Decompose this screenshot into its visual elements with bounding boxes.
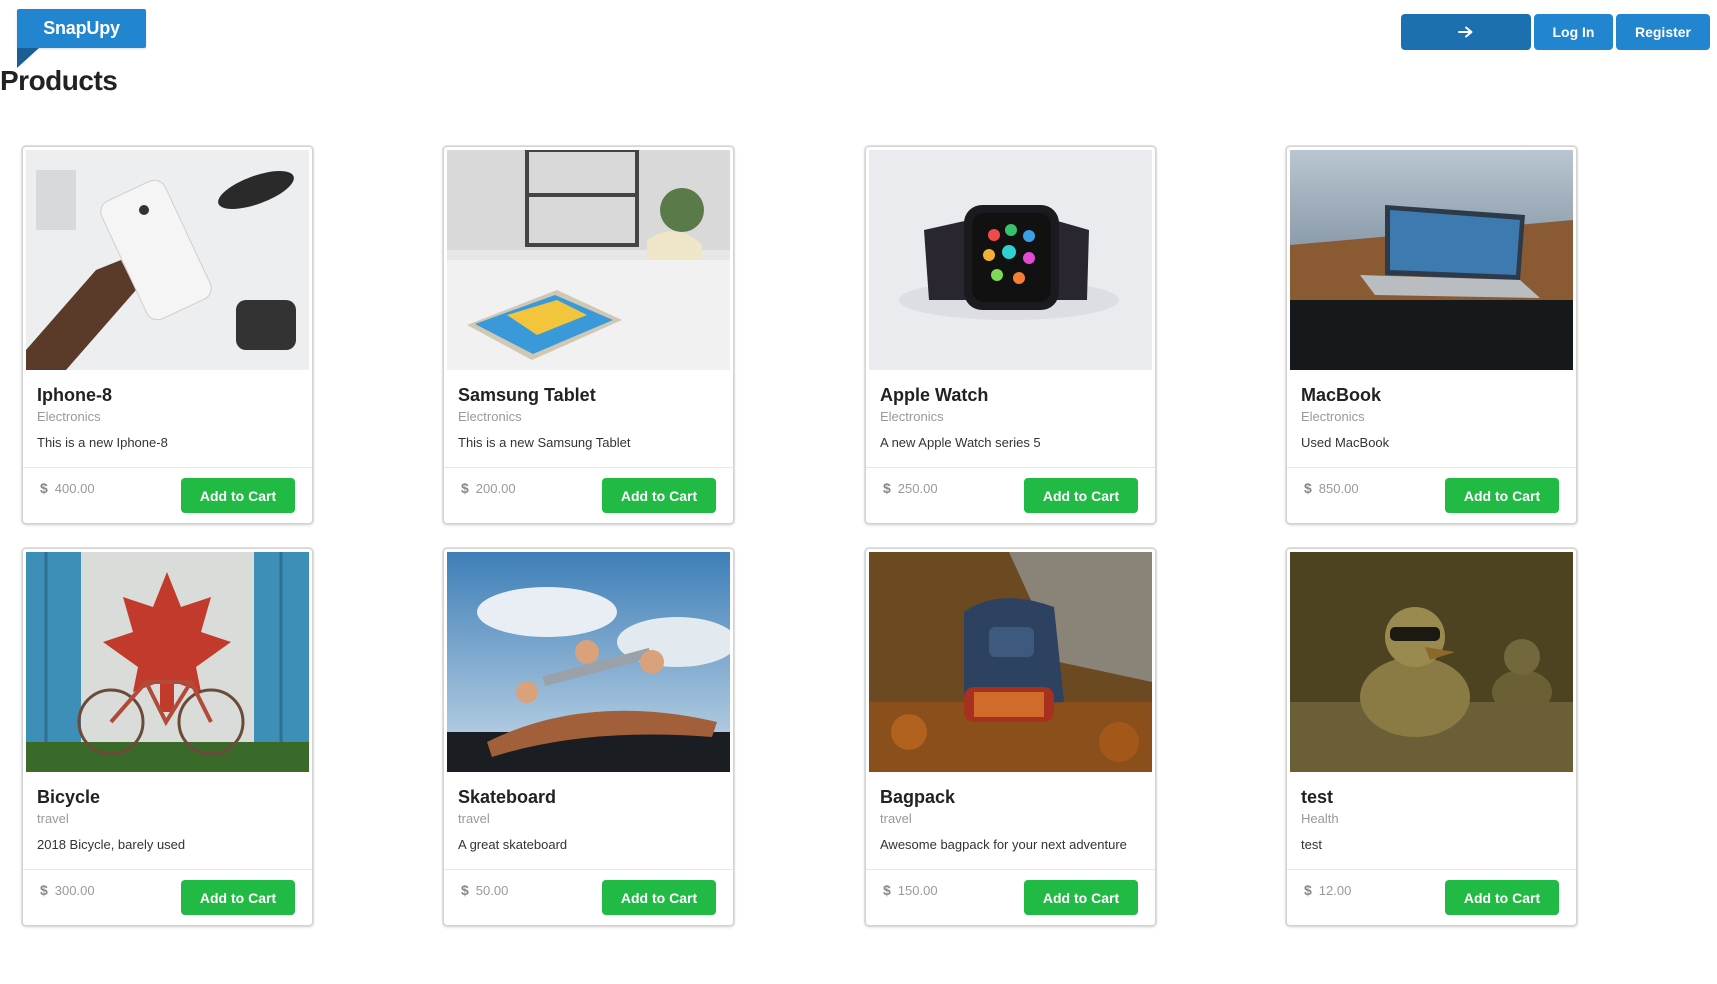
product-price: $ 250.00 (883, 480, 938, 496)
product-name[interactable]: Bagpack (880, 786, 1141, 808)
product-card: Iphone-8 Electronics This is a new Iphon… (22, 146, 313, 524)
product-price: $ 300.00 (40, 882, 95, 898)
product-price: $ 12.00 (1304, 882, 1351, 898)
product-name[interactable]: Samsung Tablet (458, 384, 719, 406)
register-button[interactable]: Register (1616, 14, 1710, 50)
product-category: travel (458, 811, 490, 826)
product-image-test[interactable] (1290, 552, 1573, 772)
card-divider (1287, 467, 1576, 468)
dollar-icon: $ (461, 480, 469, 496)
add-to-cart-button[interactable]: Add to Cart (602, 478, 716, 513)
add-to-cart-button[interactable]: Add to Cart (1445, 478, 1559, 513)
product-description: Awesome bagpack for your next adventure (880, 837, 1127, 852)
product-description: Used MacBook (1301, 435, 1390, 450)
product-price: $ 50.00 (461, 882, 508, 898)
add-to-cart-button[interactable]: Add to Cart (1445, 880, 1559, 915)
product-description: This is a new Samsung Tablet (458, 435, 631, 450)
dollar-icon: $ (40, 480, 48, 496)
product-description: test (1301, 837, 1322, 852)
card-divider (23, 467, 312, 468)
card-divider (1287, 869, 1576, 870)
add-to-cart-button[interactable]: Add to Cart (1024, 478, 1138, 513)
dollar-icon: $ (461, 882, 469, 898)
product-price-value: 50.00 (475, 882, 509, 898)
dollar-icon: $ (883, 882, 891, 898)
product-card: Bicycle travel 2018 Bicycle, barely used… (22, 548, 313, 926)
product-name[interactable]: MacBook (1301, 384, 1562, 406)
product-card: Bagpack travel Awesome bagpack for your … (865, 548, 1156, 926)
dollar-icon: $ (1304, 882, 1312, 898)
product-image-bicycle[interactable] (26, 552, 309, 772)
product-image-skateboard[interactable] (447, 552, 730, 772)
product-image-iphone[interactable] (26, 150, 309, 370)
product-price-value: 850.00 (1318, 480, 1359, 496)
dollar-icon: $ (1304, 480, 1312, 496)
product-price-value: 400.00 (54, 480, 95, 496)
card-divider (866, 467, 1155, 468)
dollar-icon: $ (883, 480, 891, 496)
product-price: $ 200.00 (461, 480, 516, 496)
product-description: A new Apple Watch series 5 (880, 435, 1041, 450)
product-category: travel (880, 811, 912, 826)
product-name[interactable]: test (1301, 786, 1562, 808)
product-name[interactable]: Skateboard (458, 786, 719, 808)
product-image-macbook[interactable] (1290, 150, 1573, 370)
brand-logo[interactable]: SnapUpy (17, 9, 146, 48)
brand-name: SnapUpy (43, 18, 120, 38)
product-price-value: 12.00 (1318, 882, 1352, 898)
product-card: Samsung Tablet Electronics This is a new… (443, 146, 734, 524)
product-price-value: 150.00 (897, 882, 938, 898)
product-category: Health (1301, 811, 1339, 826)
product-card: MacBook Electronics Used MacBook $ 850.0… (1286, 146, 1577, 524)
card-divider (444, 869, 733, 870)
product-category: Electronics (37, 409, 101, 424)
product-category: Electronics (458, 409, 522, 424)
product-price: $ 400.00 (40, 480, 95, 496)
product-image-watch[interactable] (869, 150, 1152, 370)
arrow-button[interactable] (1401, 14, 1531, 50)
card-divider (23, 869, 312, 870)
dollar-icon: $ (40, 882, 48, 898)
product-category: Electronics (880, 409, 944, 424)
product-name[interactable]: Iphone-8 (37, 384, 298, 406)
product-name[interactable]: Bicycle (37, 786, 298, 808)
page-title: Products (0, 65, 118, 96)
product-price: $ 850.00 (1304, 480, 1359, 496)
product-category: Electronics (1301, 409, 1365, 424)
product-name[interactable]: Apple Watch (880, 384, 1141, 406)
add-to-cart-button[interactable]: Add to Cart (602, 880, 716, 915)
product-card: test Health test $ 12.00 Add to Cart (1286, 548, 1577, 926)
product-image-tablet[interactable] (447, 150, 730, 370)
product-price: $ 150.00 (883, 882, 938, 898)
product-image-bagpack[interactable] (869, 552, 1152, 772)
top-nav: Log In Register (1401, 14, 1710, 50)
card-divider (866, 869, 1155, 870)
product-price-value: 250.00 (897, 480, 938, 496)
product-card: Skateboard travel A great skateboard $ 5… (443, 548, 734, 926)
product-category: travel (37, 811, 69, 826)
product-price-value: 200.00 (475, 480, 516, 496)
add-to-cart-button[interactable]: Add to Cart (181, 478, 295, 513)
product-description: 2018 Bicycle, barely used (37, 837, 186, 852)
add-to-cart-button[interactable]: Add to Cart (1024, 880, 1138, 915)
product-description: This is a new Iphone-8 (37, 435, 168, 450)
login-button[interactable]: Log In (1534, 14, 1613, 50)
add-to-cart-button[interactable]: Add to Cart (181, 880, 295, 915)
product-price-value: 300.00 (54, 882, 95, 898)
arrow-right-icon (1458, 26, 1473, 38)
product-description: A great skateboard (458, 837, 568, 852)
product-card: Apple Watch Electronics A new Apple Watc… (865, 146, 1156, 524)
card-divider (444, 467, 733, 468)
